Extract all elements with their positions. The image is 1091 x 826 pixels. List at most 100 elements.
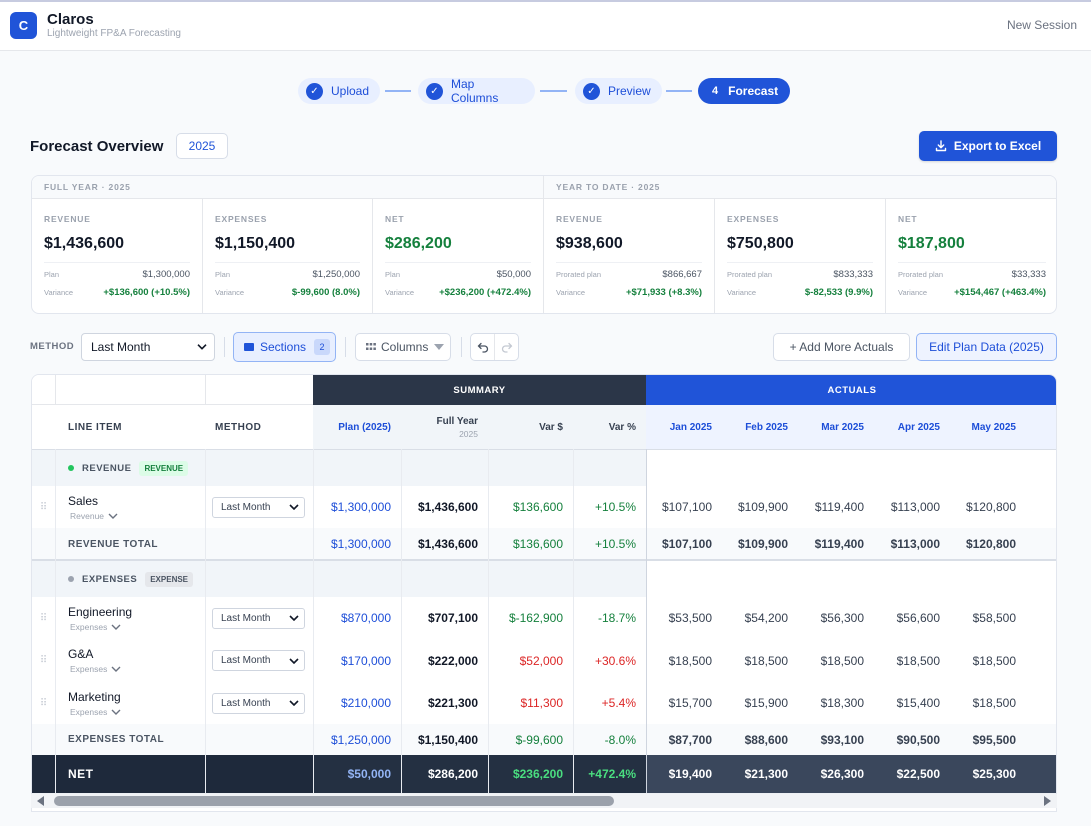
month-value-cell[interactable]: $119,400 [798, 486, 874, 528]
row-category[interactable]: Expenses [70, 664, 203, 674]
export-to-excel-button[interactable]: Export to Excel [919, 131, 1057, 161]
month-value-cell[interactable]: $9 [1026, 724, 1056, 755]
month-value-cell[interactable]: $15,400 [874, 682, 950, 724]
scrollbar-thumb[interactable] [54, 796, 614, 806]
row-method-select[interactable]: Last Month [212, 607, 305, 629]
drag-handle-icon[interactable]: ⠿ [32, 682, 55, 724]
kpi-variance-value: +$136,600 (+10.5%) [103, 287, 190, 298]
month-value-cell[interactable]: $18,500 [646, 639, 722, 682]
month-value-cell[interactable]: $18,300 [798, 682, 874, 724]
month-value-cell[interactable]: $15,900 [722, 682, 798, 724]
sections-icon [244, 343, 254, 351]
row-method-select[interactable]: Last Month [212, 650, 305, 671]
section-header[interactable]: EXPENSES EXPENSE [68, 561, 194, 597]
month-value-cell[interactable]: $1 [1026, 639, 1056, 682]
column-header-plan[interactable]: Plan (2025) [313, 405, 401, 449]
row-method-select[interactable]: Last Month [212, 496, 305, 518]
month-value-cell[interactable]: $5 [1026, 597, 1056, 639]
row-label: G&A [68, 647, 94, 661]
method-select[interactable]: Last Month [81, 333, 215, 361]
row-category[interactable]: Expenses [70, 707, 203, 717]
month-value-cell[interactable]: $21,300 [722, 755, 798, 793]
column-header-month[interactable]: Apr 2025 [874, 405, 950, 449]
horizontal-scrollbar[interactable] [31, 794, 1057, 808]
full-year-cell: $286,200 [427, 767, 478, 781]
row-method-select[interactable]: Last Month [212, 692, 305, 714]
edit-plan-data-button[interactable]: Edit Plan Data (2025) [916, 333, 1057, 361]
step-upload[interactable]: ✓ Upload [298, 78, 380, 104]
column-header-var-usd[interactable]: Var $ [488, 405, 573, 449]
kpi-plan-value: $33,333 [1011, 269, 1046, 280]
column-header-var-pct[interactable]: Var % [573, 405, 646, 449]
month-value-cell[interactable]: $109,900 [722, 486, 798, 528]
month-value-cell[interactable]: $53,500 [646, 597, 722, 639]
scroll-left-icon[interactable] [37, 796, 45, 806]
month-value-cell[interactable]: $56,300 [798, 597, 874, 639]
ytd-header: YEAR TO DATE · 2025 [544, 176, 1056, 199]
add-more-actuals-button[interactable]: + Add More Actuals [773, 333, 910, 361]
month-value-cell[interactable]: $109,900 [722, 528, 798, 560]
kpi-value: $750,800 [727, 235, 794, 252]
scroll-right-icon[interactable] [1043, 796, 1051, 806]
redo-button[interactable] [495, 334, 518, 360]
month-value-cell[interactable]: $107,100 [646, 528, 722, 560]
step-forecast[interactable]: 4 Forecast [698, 78, 790, 104]
month-value-cell[interactable]: $1 [1026, 682, 1056, 724]
kpi-plan-label: Plan [385, 270, 401, 279]
month-value-cell[interactable]: $56,600 [874, 597, 950, 639]
drag-handle-icon[interactable]: ⠿ [32, 486, 55, 528]
column-header-month[interactable]: May 2025 [950, 405, 1026, 449]
month-value-cell[interactable]: $120,800 [950, 528, 1026, 560]
month-value-cell[interactable]: $12 [1026, 486, 1057, 528]
step-preview[interactable]: ✓ Preview [575, 78, 662, 104]
month-value-cell[interactable]: $18,500 [874, 639, 950, 682]
section-header[interactable]: REVENUE REVENUE [68, 450, 189, 486]
chevron-down-icon [108, 513, 118, 519]
row-label-group: G&A Expenses [68, 647, 203, 674]
month-value-cell[interactable]: $58,500 [950, 597, 1026, 639]
column-header-month[interactable]: Jan 2025 [646, 405, 722, 449]
var-usd-cell: $-99,600 [515, 732, 563, 747]
month-value-cell[interactable]: $113,000 [874, 528, 950, 560]
month-value-cell[interactable]: $19,400 [646, 755, 722, 793]
new-session-link[interactable]: New Session [1007, 18, 1077, 32]
month-value-cell[interactable]: $22,500 [874, 755, 950, 793]
full-year-header: FULL YEAR · 2025 [32, 176, 544, 199]
month-value-cell[interactable]: $18,500 [950, 639, 1026, 682]
column-header-month[interactable]: Ju [1026, 405, 1056, 449]
drag-handle-icon[interactable]: ⠿ [32, 639, 55, 682]
month-value-cell[interactable]: $18,500 [722, 639, 798, 682]
month-value-cell[interactable]: $2 [1026, 755, 1056, 793]
row-label-group: Engineering Expenses [68, 605, 203, 632]
status-dot-icon [68, 465, 74, 471]
month-value-cell[interactable]: $12 [1026, 528, 1057, 560]
month-value-cell[interactable]: $90,500 [874, 724, 950, 755]
sections-button[interactable]: Sections 2 [233, 332, 336, 362]
month-value-cell[interactable]: $119,400 [798, 528, 874, 560]
month-value-cell[interactable]: $88,600 [722, 724, 798, 755]
month-value-cell[interactable]: $107,100 [646, 486, 722, 528]
month-value-cell[interactable]: $26,300 [798, 755, 874, 793]
undo-button[interactable] [471, 334, 495, 360]
column-header-full-year[interactable]: Full Year 2025 [401, 405, 488, 449]
month-value-cell[interactable]: $18,500 [798, 639, 874, 682]
month-value-cell[interactable]: $113,000 [874, 486, 950, 528]
month-value-cell[interactable]: $93,100 [798, 724, 874, 755]
month-value-cell[interactable]: $18,500 [950, 682, 1026, 724]
step-map-columns[interactable]: ✓ Map Columns [418, 77, 535, 105]
column-header-month[interactable]: Feb 2025 [722, 405, 798, 449]
app-logo: C [10, 12, 37, 39]
month-value-cell[interactable]: $95,500 [950, 724, 1026, 755]
month-value-cell[interactable]: $87,700 [646, 724, 722, 755]
year-selector[interactable]: 2025 [176, 133, 228, 159]
month-value-cell[interactable]: $120,800 [950, 486, 1026, 528]
row-category[interactable]: Expenses [70, 622, 203, 632]
row-label: REVENUE TOTAL [68, 538, 159, 550]
columns-button[interactable]: Columns [355, 333, 451, 361]
column-header-month[interactable]: Mar 2025 [798, 405, 874, 449]
month-value-cell[interactable]: $54,200 [722, 597, 798, 639]
row-category[interactable]: Revenue [70, 511, 203, 521]
month-value-cell[interactable]: $15,700 [646, 682, 722, 724]
drag-handle-icon[interactable]: ⠿ [32, 597, 55, 639]
month-value-cell[interactable]: $25,300 [950, 755, 1026, 793]
